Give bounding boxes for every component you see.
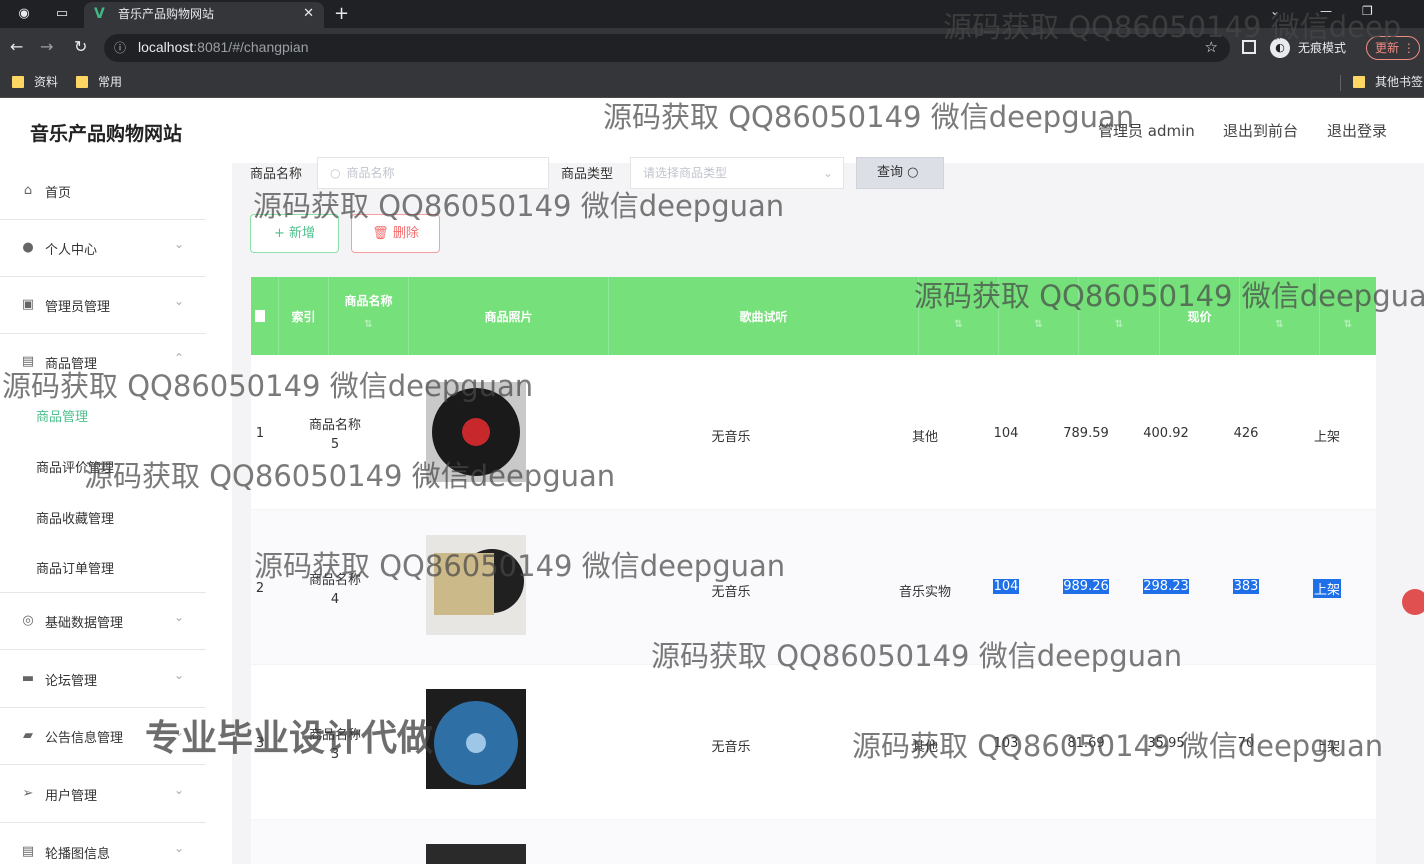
row-stock: 104 — [993, 579, 1019, 594]
sidebar-item-users[interactable]: ➢ 用户管理 ⌄ — [0, 766, 206, 823]
row-clicks: 383 — [1233, 579, 1259, 594]
sidebar-item-carousel[interactable]: ▤ 轮播图信息 ⌄ — [0, 824, 206, 864]
watermark: 源码获取 QQ86050149 微信deepguan — [254, 549, 786, 583]
row-type: 音乐实物 — [898, 585, 951, 600]
new-tab-icon[interactable]: + — [334, 3, 349, 24]
bookmark-separator — [1340, 75, 1341, 91]
tab-title: 音乐产品购物网站 — [118, 7, 215, 21]
folder-icon — [12, 76, 24, 88]
row-index: 1 — [255, 426, 265, 441]
mouse-cursor — [1402, 589, 1424, 615]
sidebar-item-admin[interactable]: ▣ 管理员管理 ⌄ — [0, 277, 206, 334]
sort-icon: ⇅ — [954, 319, 963, 330]
col-index: 索引 — [279, 277, 329, 355]
tab-close-icon[interactable]: ✕ — [303, 2, 314, 26]
sort-icon: ⇅ — [1034, 319, 1043, 330]
folder-icon — [1353, 76, 1365, 88]
chevron-down-icon: ⌄ — [174, 294, 185, 308]
select-all-column[interactable] — [251, 277, 279, 355]
row-name-suffix: 5 — [330, 437, 340, 452]
row-audio: 无音乐 — [711, 740, 751, 755]
browser-logo-icon: ◉ — [18, 6, 30, 21]
forum-icon: ▬ — [21, 671, 35, 686]
trash-icon: 🗑 — [372, 226, 389, 241]
chevron-down-icon: ⌄ — [174, 783, 185, 797]
data-icon: ◎ — [22, 613, 34, 628]
checkbox[interactable] — [255, 310, 265, 322]
sidebar-item-forum[interactable]: ▬ 论坛管理 ⌄ — [0, 651, 206, 708]
carousel-icon: ▤ — [21, 844, 35, 859]
search-icon: ○ — [330, 166, 341, 180]
type-filter-label: 商品类型 — [561, 167, 614, 182]
col-photo[interactable]: 商品照片 — [409, 277, 609, 355]
submenu-goods-favorite[interactable]: 商品收藏管理 — [0, 491, 206, 541]
row-price: 298.23 — [1143, 579, 1189, 594]
row-audio: 无音乐 — [711, 430, 751, 445]
other-bookmarks[interactable]: 其他书签 — [1353, 74, 1423, 90]
url-text[interactable]: localhost:8081/#/changpian — [138, 39, 308, 55]
home-icon: ⌂ — [23, 183, 33, 198]
row-price: 400.92 — [1143, 426, 1189, 441]
sidebar-item-basic-data[interactable]: ◎ 基础数据管理 ⌄ — [0, 593, 206, 650]
chevron-down-icon: ⌄ — [174, 610, 185, 624]
table-row[interactable] — [251, 820, 1376, 864]
folder-icon — [76, 76, 88, 88]
product-photo[interactable] — [426, 844, 526, 864]
watermark: 源码获取 QQ86050149 微信deepguan — [603, 100, 1135, 134]
watermark: 源码获取 QQ86050149 微信deepguan — [2, 369, 534, 403]
tab-overview-icon[interactable]: ▭ — [52, 4, 72, 24]
search-icon: ○ — [907, 165, 919, 180]
watermark: 源码获取 QQ86050149 微信deepguan — [651, 639, 1183, 673]
watermark: 源码获取 QQ86050149 微信deepgua — [914, 279, 1424, 313]
bookmark-folder[interactable]: 资料 — [12, 74, 58, 90]
chevron-down-icon: ⌄ — [822, 166, 833, 180]
send-icon: ➢ — [22, 786, 34, 801]
browser-tab[interactable]: V 音乐产品购物网站 ✕ — [84, 2, 324, 28]
vue-logo-icon: V — [94, 6, 105, 22]
sort-icon: ⇅ — [1343, 319, 1353, 330]
row-clicks: 426 — [1233, 426, 1259, 441]
row-original-price: 789.59 — [1063, 426, 1109, 441]
sidebar-item-home[interactable]: ⌂ 首页 — [0, 163, 206, 220]
watermark: 源码获取 QQ86050149 微信deepguan — [84, 459, 616, 493]
col-audio[interactable]: 歌曲试听 — [609, 277, 919, 355]
row-original-price: 989.26 — [1063, 579, 1109, 594]
watermark: 源码获取 QQ86050149 微信deep — [943, 10, 1402, 44]
user-icon: ● — [22, 240, 34, 255]
row-status: 上架 — [1313, 579, 1341, 598]
watermark: 源码获取 QQ86050149 微信deepguan — [852, 729, 1384, 763]
notice-icon: ▰ — [23, 728, 33, 743]
row-name: 商品名称 — [308, 418, 361, 433]
row-stock: 104 — [993, 426, 1019, 441]
watermark: 源码获取 QQ86050149 微信deepguan — [253, 189, 785, 223]
plus-icon: + — [273, 226, 285, 241]
bookmark-folder[interactable]: 常用 — [76, 74, 122, 90]
exit-to-front-link[interactable]: 退出到前台 — [1223, 120, 1298, 141]
site-title: 音乐产品购物网站 — [30, 123, 183, 145]
watermark-bold: 专业毕业设计代做 — [145, 718, 434, 759]
col-name[interactable]: 商品名称 ⇅ — [329, 277, 409, 355]
sort-icon: ⇅ — [1275, 319, 1284, 330]
reload-icon[interactable]: ↻ — [74, 37, 87, 56]
back-icon[interactable]: ← — [10, 37, 23, 56]
submenu-goods-order[interactable]: 商品订单管理 — [0, 541, 206, 591]
query-button[interactable]: 查询 ○ — [856, 157, 944, 189]
chevron-down-icon: ⌄ — [174, 668, 185, 682]
name-filter-label: 商品名称 — [250, 167, 303, 182]
chevron-down-icon: ⌄ — [174, 841, 185, 855]
row-type: 其他 — [911, 430, 938, 445]
row-status: 上架 — [1313, 430, 1340, 445]
sort-icon: ⇅ — [364, 319, 373, 330]
admin-icon: ▣ — [21, 297, 35, 312]
product-photo[interactable] — [426, 689, 526, 789]
forward-icon[interactable]: → — [40, 37, 53, 56]
logout-link[interactable]: 退出登录 — [1327, 120, 1387, 141]
chevron-down-icon: ⌄ — [174, 237, 185, 251]
sort-icon: ⇅ — [1114, 319, 1124, 330]
site-info-icon[interactable]: ⓘ — [114, 39, 126, 56]
sidebar-item-profile[interactable]: ● 个人中心 ⌄ — [0, 220, 206, 277]
row-name-suffix: 4 — [330, 592, 340, 607]
